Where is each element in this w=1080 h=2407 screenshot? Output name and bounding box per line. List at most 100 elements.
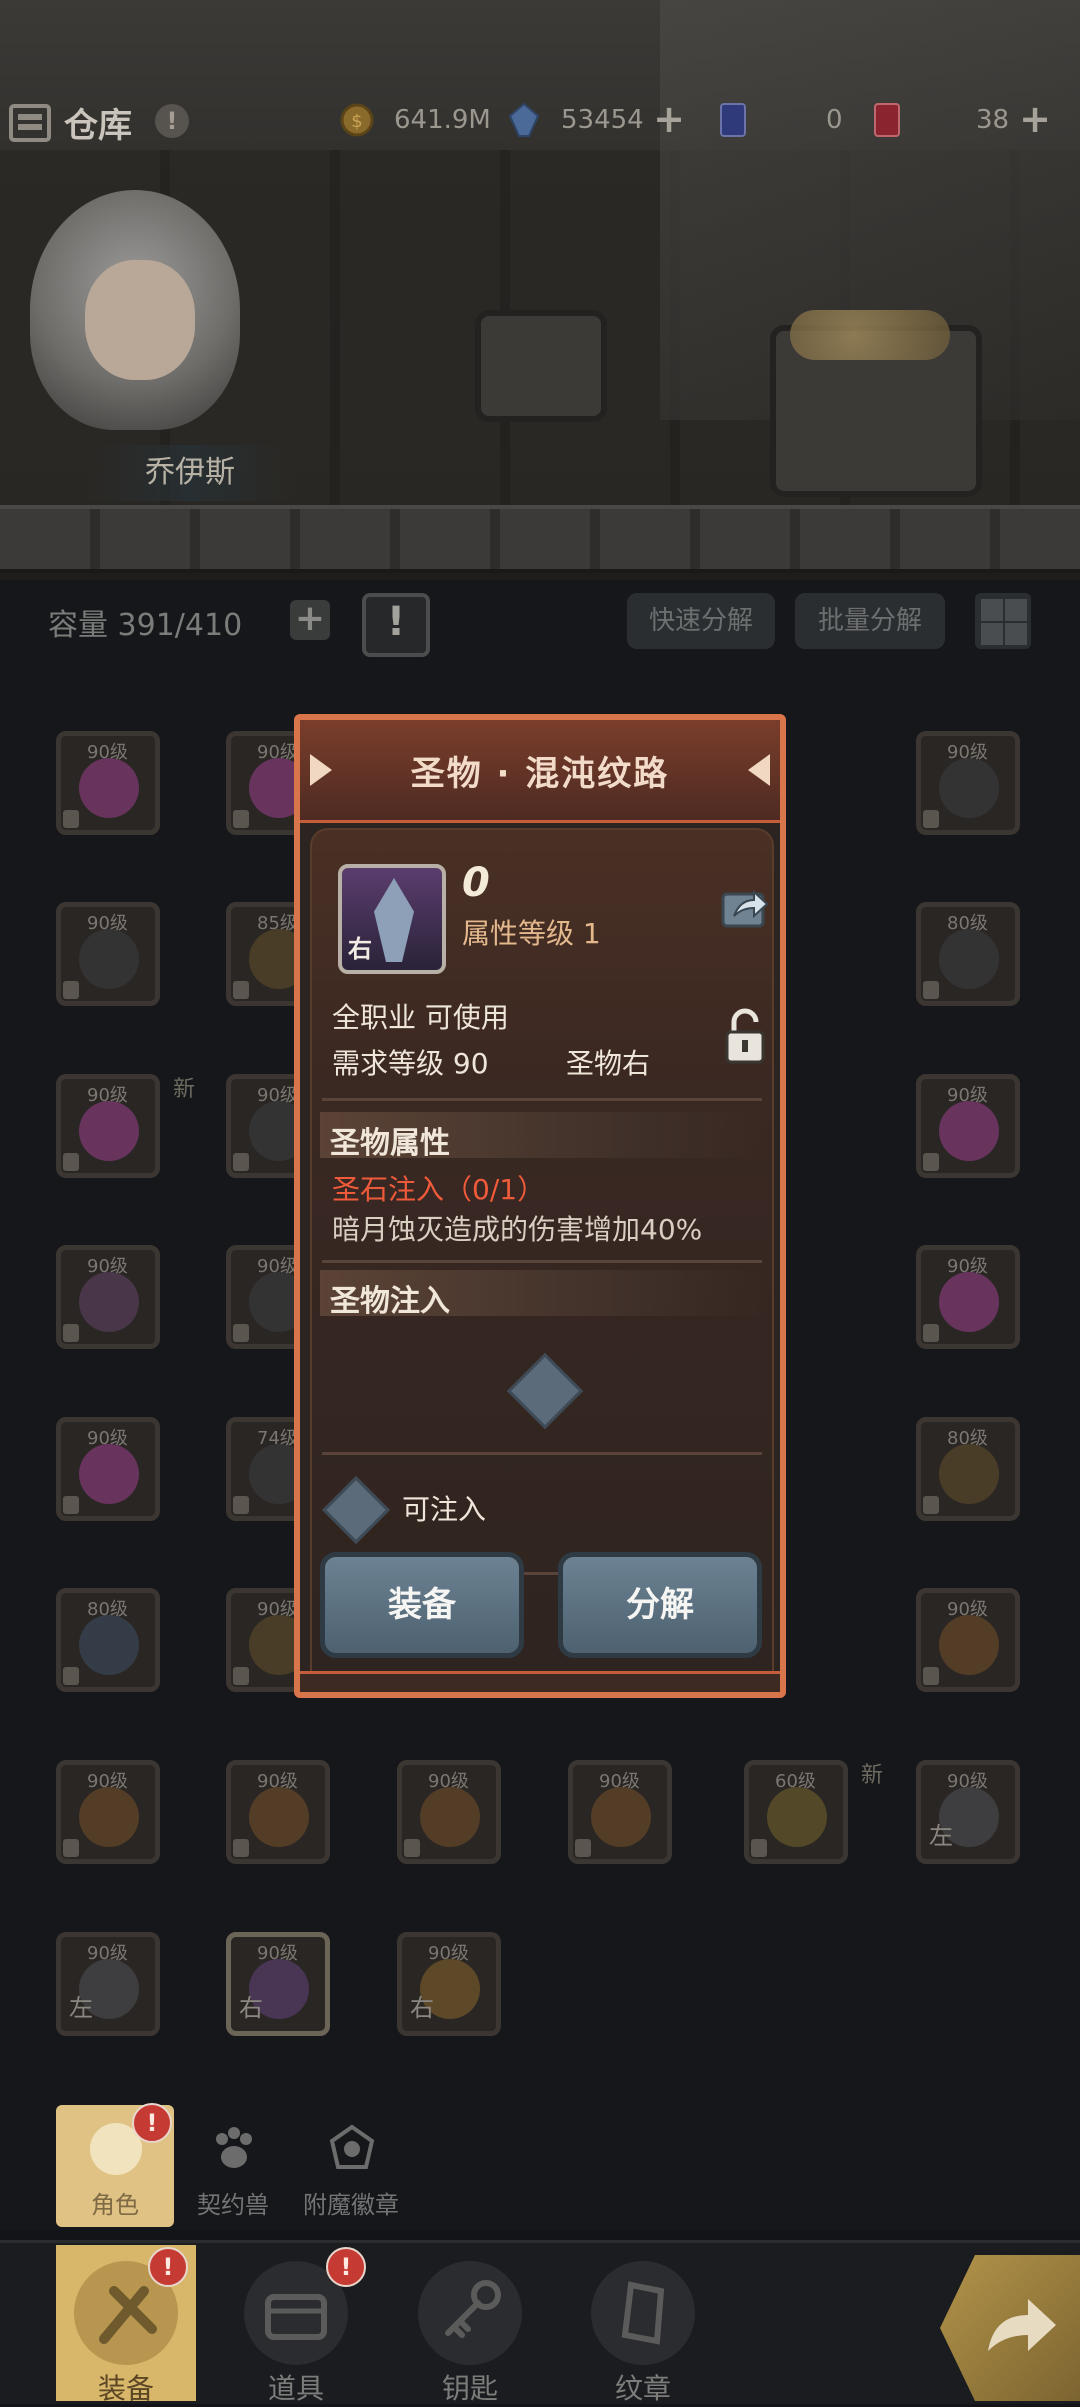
small-chest [475,310,607,422]
crystal-value: 53454 [561,105,644,135]
tab-character[interactable]: 角色 ! [56,2103,174,2227]
inject-slot-diamond[interactable] [506,1352,584,1430]
gold-pile [790,310,950,360]
enchant-emblem-icon [326,2123,378,2175]
nav-keys-label: 钥匙 [441,2372,498,2405]
red-card-plus-button[interactable]: + [1018,100,1052,138]
lock-icon [63,1496,79,1514]
lock-icon [404,1839,420,1857]
red-card-resource: 38 [870,98,1010,142]
attribute-level: 属性等级 1 [462,917,601,950]
share-icon[interactable] [720,884,770,930]
red-card-value: 38 [976,105,1010,135]
lock-icon [63,981,79,999]
inventory-slot[interactable]: 90级 [56,1760,160,1864]
inventory-slot[interactable]: 90级左 [916,1760,1020,1864]
quick-decompose-button[interactable]: 快速分解 [627,593,775,649]
inventory-slot[interactable]: 60级新 [744,1760,883,1864]
crystal-resource: 53454 [507,98,667,142]
lock-icon [63,1153,79,1171]
capacity-value: 391/410 [117,608,243,643]
red-card-icon [870,102,904,138]
injectable-diamond-icon [322,1476,390,1544]
lock-icon [63,810,79,828]
alert-badge: ! [148,2247,188,2287]
inventory-slot[interactable]: 90级 [916,1074,1020,1178]
alert-badge: ! [326,2247,366,2287]
nav-equipment[interactable]: 装备 ! [56,2245,196,2405]
nav-emblems-label: 纹章 [614,2372,671,2405]
inventory-slot[interactable]: 90级右 [397,1932,501,2036]
alert-badge: ! [132,2103,172,2143]
inventory-slot[interactable]: 90级 [916,731,1020,835]
inventory-slot[interactable]: 90级 [56,902,160,1006]
paw-icon [208,2123,260,2175]
unlock-icon[interactable] [724,1008,766,1064]
inventory-slot[interactable]: 90级 [226,1760,330,1864]
shelf [0,505,1080,573]
nav-equipment-label: 装备 [97,2372,154,2405]
inventory-slot[interactable]: 80级 [56,1588,160,1692]
lock-icon [233,981,249,999]
tab-pet[interactable]: 契约兽 [174,2105,292,2227]
grid-view-button[interactable] [975,593,1031,649]
batch-decompose-button[interactable]: 批量分解 [795,593,945,649]
decompose-button[interactable]: 分解 [558,1552,762,1658]
lock-icon [233,1839,249,1857]
item-icon: 右 [338,864,446,974]
equip-button[interactable]: 装备 [320,1552,524,1658]
capacity-label: 容量 [48,608,108,643]
filter-alert-icon[interactable]: ! [362,593,430,657]
help-button[interactable]: ! [155,104,189,138]
gold-resource: $ 641.9M [340,98,491,142]
key-icon [418,2261,522,2365]
relic-crystal-icon [374,878,414,962]
blue-card-icon [716,102,750,138]
relic-inject-heading: 圣物注入 [330,1284,450,1319]
inventory-slot[interactable]: 90级 [397,1760,501,1864]
tab-character-label: 角色 [91,2191,139,2219]
character-avatar[interactable] [30,190,240,430]
blue-crystal-icon [507,102,541,138]
lock-icon [233,1153,249,1171]
nav-keys[interactable]: 钥匙 [400,2245,540,2405]
slot-type: 圣物右 [566,1047,651,1080]
relic-attr-section: 圣物属性 [320,1112,768,1161]
inventory-slot[interactable]: 90级新 [56,1074,195,1178]
lock-icon [575,1839,591,1857]
tab-pet-label: 契约兽 [197,2191,269,2219]
lock-icon [63,1324,79,1342]
inventory-slot[interactable]: 90级 [916,1245,1020,1349]
holy-stone-inject: 圣石注入（0/1） [332,1173,546,1206]
lock-icon [923,1496,939,1514]
lock-icon [63,1667,79,1685]
injectable-label: 可注入 [402,1493,487,1526]
modal-footer [300,1671,780,1692]
divider [322,1260,762,1263]
inventory-slot[interactable]: 80级 [916,1417,1020,1521]
inventory-slot[interactable]: 90级 [56,1417,160,1521]
character-name: 乔伊斯 [85,445,295,501]
inventory-slot[interactable]: 90级 [56,731,160,835]
top-bar: 仓库 ! $ 641.9M 53454 + 0 38 + [0,80,1080,150]
gold-value: 641.9M [394,105,491,135]
item-detail-modal: 圣物 · 混沌纹路 右 0 属性等级 1 全职业 可使用 需求等级 90 圣物右… [294,714,786,1698]
enhance-level: 0 [462,860,490,906]
inventory-slot[interactable]: 90级 [56,1245,160,1349]
inventory-slot[interactable]: 80级 [916,902,1020,1006]
inventory-slot[interactable]: 90级左 [56,1932,160,2036]
lock-icon [923,1667,939,1685]
inventory-slot-selected[interactable]: 90级右 [226,1932,330,2036]
nav-emblems[interactable]: 纹章 [573,2245,713,2405]
lock-icon [233,810,249,828]
divider [322,1098,762,1101]
inventory-slot[interactable]: 90级 [568,1760,672,1864]
inventory-slot[interactable]: 90级 [916,1588,1020,1692]
lock-icon [233,1667,249,1685]
tab-enchant-badge[interactable]: 附魔徽章 [292,2105,410,2227]
crystal-plus-button[interactable]: + [652,100,686,138]
nav-items[interactable]: 道具 ! [226,2245,366,2405]
expand-capacity-button[interactable]: + [290,600,330,640]
emblem-icon [591,2261,695,2365]
lock-icon [923,1153,939,1171]
